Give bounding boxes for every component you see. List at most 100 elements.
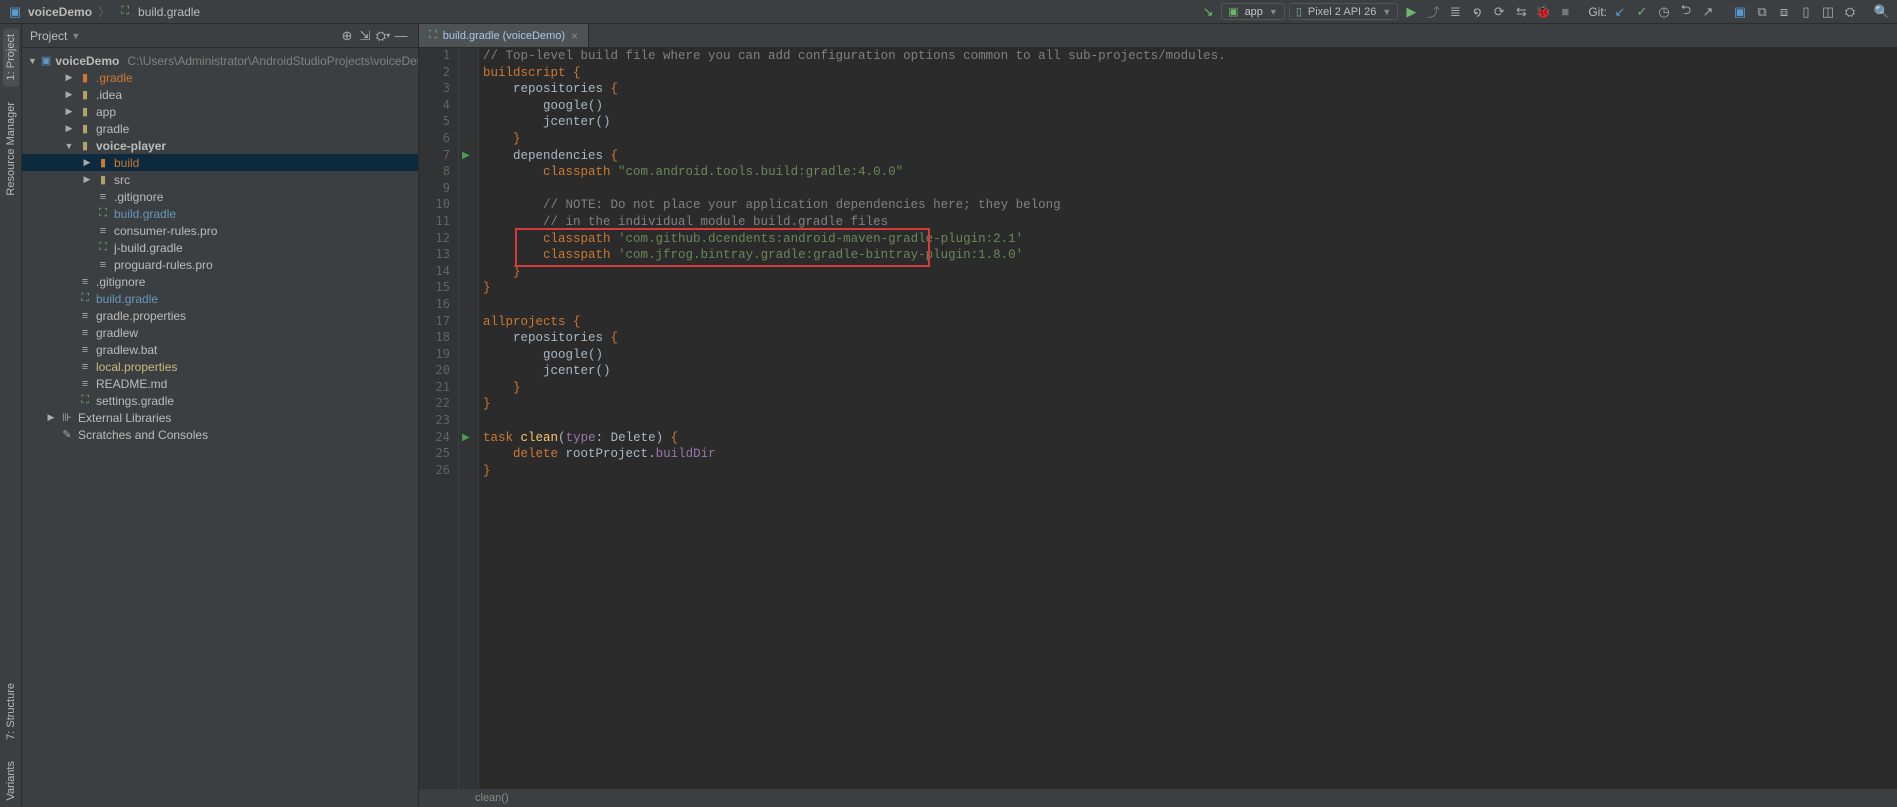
tree-item[interactable]: ▶▮src [22, 171, 418, 188]
apply-changes-icon[interactable]: ⟳ [1490, 3, 1508, 21]
chevron-right-icon[interactable]: ▶ [82, 157, 92, 168]
tree-item[interactable]: ▶≡local.properties [22, 358, 418, 375]
stop-icon[interactable]: ■ [1556, 3, 1574, 21]
code-line[interactable]: classpath 'com.jfrog.bintray.gradle:grad… [483, 247, 1897, 264]
settings-icon[interactable]: ⛭ [1841, 3, 1859, 21]
tree-item[interactable]: ▶≡gradlew [22, 324, 418, 341]
code-line[interactable]: // in the individual module build.gradle… [483, 214, 1897, 231]
code-line[interactable]: } [483, 131, 1897, 148]
editor-tab[interactable]: ⛶ build.gradle (voiceDemo) × [419, 24, 589, 47]
gear-icon[interactable]: ⛭▾ [374, 27, 392, 45]
tree-item[interactable]: ▶▮.idea [22, 86, 418, 103]
tree-item[interactable]: ▶⛶settings.gradle [22, 392, 418, 409]
tree-item[interactable]: ▶≡.gitignore [22, 188, 418, 205]
tool-tab-build-variants[interactable]: Variants [3, 755, 19, 807]
tool-tab-structure[interactable]: 7: Structure [3, 677, 19, 746]
avd-icon[interactable]: ▣ [1731, 3, 1749, 21]
project-tree[interactable]: ▼ ▣ voiceDemo C:\Users\Administrator\And… [22, 48, 418, 807]
code-line[interactable]: } [483, 280, 1897, 297]
code-line[interactable]: classpath 'com.github.dcendents:android-… [483, 231, 1897, 248]
chevron-right-icon[interactable]: ▶ [64, 123, 74, 134]
code-area[interactable]: // Top-level build file where you can ad… [479, 48, 1897, 789]
git-update-icon[interactable]: ↙ [1611, 3, 1629, 21]
code-line[interactable]: jcenter() [483, 114, 1897, 131]
run-icon[interactable]: ▶ [1402, 3, 1420, 21]
breadcrumb-project[interactable]: voiceDemo [28, 5, 92, 19]
device-manager-icon[interactable]: ▯ [1797, 3, 1815, 21]
locate-icon[interactable]: ⊕ [338, 27, 356, 45]
code-line[interactable]: classpath "com.android.tools.build:gradl… [483, 164, 1897, 181]
tree-item[interactable]: ▶▮build [22, 154, 418, 171]
apply-code-icon[interactable]: ⇆ [1512, 3, 1530, 21]
tree-item[interactable]: ▶≡README.md [22, 375, 418, 392]
chevron-right-icon[interactable]: ▶ [46, 412, 56, 423]
git-rollback-icon[interactable]: ⮌ [1677, 3, 1695, 21]
code-line[interactable]: } [483, 463, 1897, 480]
git-history-icon[interactable]: ◷ [1655, 3, 1673, 21]
collapse-icon[interactable]: ⇲ [356, 27, 374, 45]
code-line[interactable]: } [483, 264, 1897, 281]
close-icon[interactable]: × [571, 29, 578, 43]
attach-debug-icon[interactable]: 🐞 [1534, 3, 1552, 21]
breadcrumb-item[interactable]: clean() [475, 792, 509, 804]
code-line[interactable] [483, 181, 1897, 198]
tool-tab-project[interactable]: 1: Project [3, 28, 19, 86]
run-gutter-icon[interactable]: ▶ [462, 432, 470, 443]
code-line[interactable]: repositories { [483, 81, 1897, 98]
code-line[interactable]: buildscript { [483, 65, 1897, 82]
code-line[interactable]: google() [483, 98, 1897, 115]
tree-item[interactable]: ▶⛶j-build.gradle [22, 239, 418, 256]
run-config-app[interactable]: ▣ app ▼ [1221, 3, 1285, 20]
git-push-icon[interactable]: ↗ [1699, 3, 1717, 21]
code-line[interactable]: google() [483, 347, 1897, 364]
tree-root[interactable]: ▼ ▣ voiceDemo C:\Users\Administrator\And… [22, 52, 418, 69]
code-line[interactable]: delete rootProject.buildDir [483, 446, 1897, 463]
chevron-down-icon[interactable]: ▼ [64, 141, 74, 151]
tree-item[interactable]: ▶≡gradle.properties [22, 307, 418, 324]
code-line[interactable]: allprojects { [483, 314, 1897, 331]
code-line[interactable]: repositories { [483, 330, 1897, 347]
tree-item[interactable]: ▶▮app [22, 103, 418, 120]
tree-item[interactable]: ▼▮voice-player [22, 137, 418, 154]
chevron-right-icon[interactable]: ▶ [64, 106, 74, 117]
editor-body[interactable]: 1234567891011121314151617181920212223242… [419, 48, 1897, 789]
coverage-icon[interactable]: ≣ [1446, 3, 1464, 21]
tree-item[interactable]: ▶▮.gradle [22, 69, 418, 86]
project-view-selector[interactable]: Project [30, 29, 67, 43]
tree-item[interactable]: ▶⊪External Libraries [22, 409, 418, 426]
tree-item[interactable]: ▶✎Scratches and Consoles [22, 426, 418, 443]
sync-icon[interactable]: ↘ [1199, 3, 1217, 21]
search-icon[interactable]: 🔍 [1873, 3, 1891, 21]
tree-item[interactable]: ▶▮gradle [22, 120, 418, 137]
run-config-device[interactable]: ▯ Pixel 2 API 26 ▼ [1289, 3, 1398, 20]
profiler-icon[interactable]: ໑ [1468, 3, 1486, 21]
tool-tab-resource-manager[interactable]: Resource Manager [3, 96, 19, 202]
tree-item[interactable]: ▶⛶build.gradle [22, 290, 418, 307]
code-line[interactable]: // Top-level build file where you can ad… [483, 48, 1897, 65]
chevron-right-icon[interactable]: ▶ [64, 72, 74, 83]
layout-inspector-icon[interactable]: ⧈ [1775, 3, 1793, 21]
code-line[interactable]: } [483, 380, 1897, 397]
tree-item[interactable]: ▶≡consumer-rules.pro [22, 222, 418, 239]
debug-icon[interactable]: ⤴ [1424, 3, 1442, 21]
code-line[interactable]: dependencies { [483, 148, 1897, 165]
chevron-down-icon[interactable]: ▼ [71, 31, 80, 41]
tree-item[interactable]: ▶⛶build.gradle [22, 205, 418, 222]
tree-item[interactable]: ▶≡proguard-rules.pro [22, 256, 418, 273]
resource-manager-icon[interactable]: ◫ [1819, 3, 1837, 21]
chevron-right-icon[interactable]: ▶ [64, 89, 74, 100]
code-line[interactable]: task clean(type: Delete) { [483, 430, 1897, 447]
code-line[interactable]: } [483, 396, 1897, 413]
tree-item[interactable]: ▶≡.gitignore [22, 273, 418, 290]
hide-icon[interactable]: — [392, 27, 410, 45]
breadcrumb-file[interactable]: build.gradle [138, 5, 200, 19]
code-line[interactable] [483, 297, 1897, 314]
code-line[interactable]: jcenter() [483, 363, 1897, 380]
tree-item[interactable]: ▶≡gradlew.bat [22, 341, 418, 358]
git-commit-icon[interactable]: ✓ [1633, 3, 1651, 21]
run-gutter-icon[interactable]: ▶ [462, 150, 470, 161]
chevron-right-icon[interactable]: ▶ [82, 174, 92, 185]
code-line[interactable] [483, 413, 1897, 430]
sdk-icon[interactable]: ⧉ [1753, 3, 1771, 21]
code-line[interactable]: // NOTE: Do not place your application d… [483, 197, 1897, 214]
